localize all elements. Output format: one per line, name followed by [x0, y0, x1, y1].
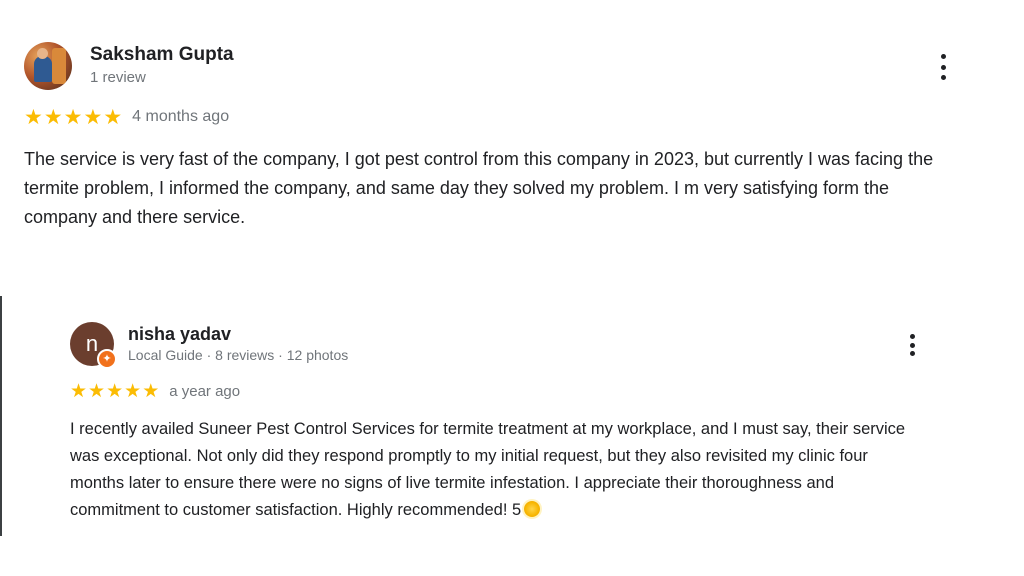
reviewer-name[interactable]: Saksham Gupta [90, 44, 234, 66]
star-icon: ★ [106, 380, 124, 402]
local-guide-badge-icon: ✦ [97, 349, 117, 369]
review-header: n ✦ nisha yadav Local Guide · 8 reviews … [70, 322, 970, 370]
more-vert-icon [909, 334, 915, 339]
review-text: I recently availed Suneer Pest Control S… [70, 420, 906, 519]
star-icon: ★ [70, 380, 88, 402]
more-options-button[interactable] [902, 332, 922, 358]
star-icon: ★ [63, 105, 83, 129]
reviews-page: Saksham Gupta 1 review ★ ★ ★ ★ ★ 4 month… [0, 0, 1024, 576]
avatar[interactable] [24, 42, 72, 90]
review-card: n ✦ nisha yadav Local Guide · 8 reviews … [70, 322, 970, 524]
star-icon: ★ [24, 105, 43, 129]
star-icon: ★ [124, 380, 142, 402]
review-time: 4 months ago [132, 108, 230, 125]
review-text-container: I recently availed Suneer Pest Control S… [70, 416, 920, 524]
review-card: Saksham Gupta 1 review ★ ★ ★ ★ ★ 4 month… [24, 42, 984, 232]
more-vert-icon [940, 54, 946, 59]
star-icon: ★ [83, 105, 103, 129]
reviewer-meta: Local Guide · 8 reviews · 12 photos [128, 347, 349, 363]
rating-row: ★ ★ ★ ★ ★ 4 months ago [24, 106, 984, 128]
star-icon: ★ [103, 105, 123, 129]
divider [0, 296, 2, 536]
avatar[interactable]: n ✦ [70, 322, 117, 369]
star-rating: ★ ★ ★ ★ ★ [70, 382, 159, 401]
reviewer-meta: 1 review [90, 69, 146, 86]
reviewer-name[interactable]: nisha yadav [128, 324, 231, 345]
avatar-letter: n [85, 331, 99, 356]
review-header: Saksham Gupta 1 review [24, 42, 984, 90]
star-icon: ★ [43, 105, 63, 129]
review-text: The service is very fast of the company,… [24, 149, 934, 227]
review-time: a year ago [169, 382, 241, 400]
star-icon: ★ [88, 380, 106, 402]
star-rating: ★ ★ ★ ★ ★ [24, 107, 122, 128]
more-options-button[interactable] [933, 52, 953, 82]
rating-row: ★ ★ ★ ★ ★ a year ago [70, 381, 970, 401]
sun-emoji-icon [524, 501, 541, 517]
star-icon: ★ [142, 380, 160, 402]
